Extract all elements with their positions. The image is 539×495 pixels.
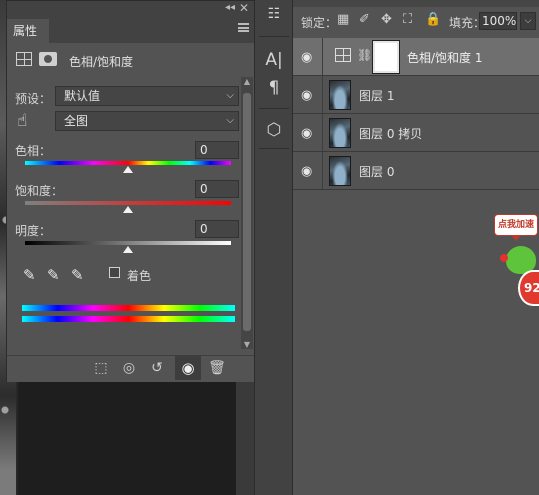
lock-artboard-icon[interactable]: ⛶ [403, 12, 412, 27]
layer-thumbnail [329, 80, 351, 110]
canvas-edge [236, 382, 254, 495]
panel-menu-icon[interactable] [238, 23, 249, 32]
eye-icon[interactable]: ◉ [301, 88, 312, 103]
on-image-adjust-hand-icon[interactable]: ☝ [17, 111, 27, 131]
panel-dock-toolbar: ☷ A| ¶ ⬡ [254, 0, 292, 495]
visibility-cell[interactable]: ◉ [293, 76, 323, 113]
link-icon[interactable]: ⛓ [357, 48, 372, 62]
visibility-cell[interactable]: ◉ [293, 38, 323, 75]
panel-title-bar [293, 0, 539, 7]
adjustment-title: 色相/饱和度 [69, 55, 134, 69]
panel-title-bar: ◂◂ ✕ [7, 1, 255, 19]
character-icon[interactable]: A| [255, 50, 293, 70]
hue-input[interactable]: 0 [195, 141, 239, 159]
hue-saturation-icon[interactable] [16, 52, 32, 66]
saturation-input[interactable]: 0 [195, 180, 239, 198]
layer-thumbnail [329, 156, 351, 186]
eye-icon[interactable]: ◉ [301, 164, 312, 179]
layer-name[interactable]: 图层 0 [359, 163, 394, 180]
chevron-down-icon[interactable]: ⌵ [520, 12, 536, 30]
visibility-toggle-icon[interactable]: ◉ [175, 356, 201, 380]
preset-value: 默认值 [64, 89, 101, 103]
eye-icon[interactable]: ◉ [301, 50, 312, 65]
delete-icon[interactable]: 🗑 [207, 360, 227, 376]
preset-label: 预设： [15, 92, 52, 106]
input-color-spectrum [22, 305, 235, 311]
collapse-icon[interactable]: ◂◂ [225, 2, 235, 13]
clip-to-layer-icon[interactable]: ⬚ [91, 360, 111, 376]
lock-row: 锁定： ▦ ✐ ✥ ⛶ 🔒 填充： 100% ⌵ [293, 8, 539, 34]
lock-all-icon[interactable]: 🔒 [425, 12, 441, 27]
divider [259, 36, 289, 37]
lock-move-icon[interactable]: ✥ [381, 12, 392, 27]
eye-icon[interactable]: ◉ [301, 126, 312, 141]
hue-slider-thumb[interactable] [123, 166, 133, 173]
saturation-slider-track[interactable] [25, 201, 231, 205]
speed-up-bubble[interactable]: 点我加速 [494, 214, 538, 241]
layer-row[interactable]: ◉ 图层 0 [293, 152, 539, 190]
hue-saturation-icon [335, 48, 351, 62]
lightness-slider-thumb[interactable] [123, 246, 133, 253]
layer-name[interactable]: 色相/饱和度 1 [407, 49, 483, 66]
colorize-checkbox[interactable] [109, 267, 120, 278]
eyedropper-add-icon[interactable]: ✎ [47, 266, 60, 284]
lock-label: 锁定： [301, 16, 338, 30]
divider [259, 108, 289, 109]
lightness-label: 明度： [15, 224, 52, 238]
tab-row: 属性 [7, 19, 255, 43]
hue-label: 色相： [15, 144, 52, 158]
chevron-down-icon: ⌵ [226, 90, 234, 101]
visibility-cell[interactable]: ◉ [293, 152, 323, 189]
saturation-slider-thumb[interactable] [123, 206, 133, 213]
layer-row[interactable]: ◉ 图层 0 拷贝 [293, 114, 539, 152]
properties-panel: ◂◂ ✕ 属性 色相/饱和度 预设： 默认值 ⌵ ☝ 全图 ⌵ 色相： 0 饱和… [6, 0, 256, 382]
scroll-up-icon[interactable]: ▲ [241, 77, 253, 86]
lightness-input[interactable]: 0 [195, 220, 239, 238]
scroll-down-icon[interactable]: ▼ [241, 340, 253, 349]
layer-mask-thumbnail[interactable] [372, 40, 400, 74]
preset-select[interactable]: 默认值 ⌵ [55, 86, 239, 106]
properties-icon[interactable]: ☷ [255, 6, 293, 22]
eyedropper-subtract-icon[interactable]: ✎ [71, 266, 84, 284]
view-previous-icon[interactable]: ◎ [119, 360, 139, 376]
paragraph-icon[interactable]: ¶ [255, 78, 293, 98]
chevron-down-icon: ⌵ [226, 115, 234, 126]
tab-properties[interactable]: 属性 [7, 19, 49, 43]
layer-thumbnail [329, 118, 351, 148]
layer-name[interactable]: 图层 0 拷贝 [359, 125, 422, 142]
output-color-spectrum [22, 316, 235, 322]
colorize-label: 着色 [127, 269, 152, 283]
divider [259, 148, 289, 149]
hue-slider-track[interactable] [25, 161, 231, 165]
lock-pixels-icon[interactable]: ▦ [337, 12, 349, 27]
reset-icon[interactable]: ↺ [147, 360, 167, 376]
layer-row[interactable]: ◉ 图层 1 [293, 76, 539, 114]
scrollbar[interactable]: ▲ ▼ [241, 77, 253, 349]
scrollbar-thumb[interactable] [243, 93, 251, 331]
channel-select[interactable]: 全图 ⌵ [55, 111, 239, 131]
panel-footer: ⬚ ◎ ↺ ◉ 🗑 [7, 355, 255, 382]
adjustment-header: 色相/饱和度 [7, 43, 255, 79]
lightness-slider-track[interactable] [25, 241, 231, 245]
eyedropper-icon[interactable]: ✎ [23, 266, 36, 284]
visibility-cell[interactable]: ◉ [293, 114, 323, 151]
saturation-label: 饱和度： [15, 184, 64, 198]
canvas-area [18, 382, 236, 495]
channel-value: 全图 [64, 114, 89, 128]
layers-panel: 锁定： ▦ ✐ ✥ ⛶ 🔒 填充： 100% ⌵ ◉ ⛓ 色相/饱和度 1 ◉ … [292, 0, 539, 495]
close-icon[interactable]: ✕ [239, 1, 249, 15]
mask-icon[interactable] [39, 52, 57, 66]
3d-icon[interactable]: ⬡ [255, 120, 293, 140]
layer-name[interactable]: 图层 1 [359, 87, 394, 104]
fill-input[interactable]: 100% [479, 12, 517, 30]
layer-row[interactable]: ◉ ⛓ 色相/饱和度 1 [293, 38, 539, 76]
lock-paint-icon[interactable]: ✐ [359, 12, 370, 27]
